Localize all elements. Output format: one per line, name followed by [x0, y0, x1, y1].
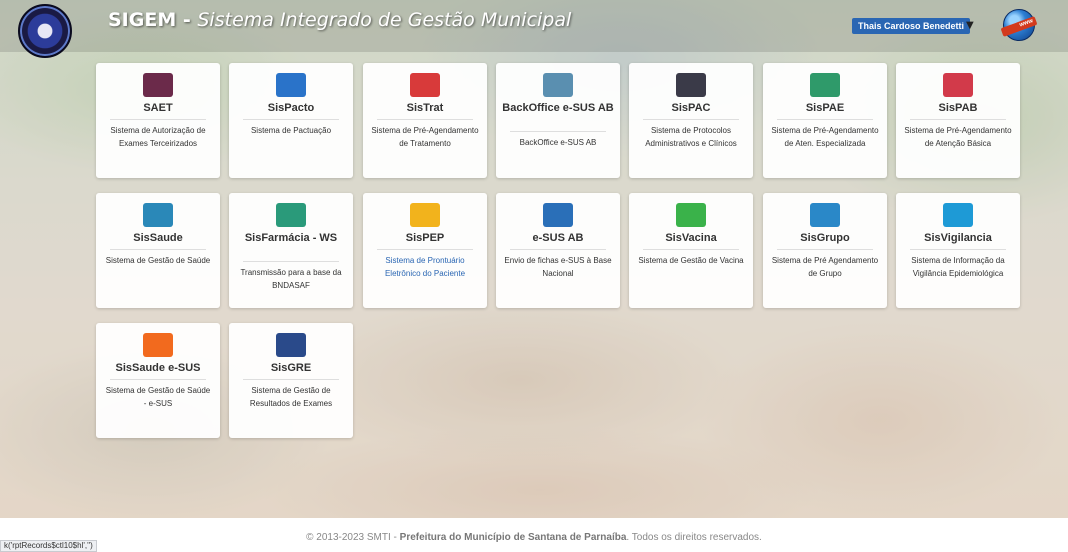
system-card[interactable]: SisSaude e-SUS Sistema de Gestão de Saúde… [96, 323, 220, 438]
card-divider [777, 119, 873, 120]
footer: © 2013-2023 SMTI - Prefeitura do Municíp… [0, 532, 1068, 543]
system-title[interactable]: BackOffice e-SUS AB [502, 101, 614, 115]
card-divider [243, 261, 339, 262]
system-description: Sistema de Pré-Agendamento de Atenção Bá… [904, 126, 1012, 148]
clipboard-icon [410, 203, 440, 227]
system-description: Sistema de Protocolos Administrativos e … [645, 126, 737, 148]
system-title[interactable]: SisGRE [235, 361, 347, 375]
system-title[interactable]: SisPEP [369, 231, 481, 245]
protocol-clipboard-icon [676, 73, 706, 97]
system-description: Sistema de Gestão de Saúde [105, 256, 211, 265]
app-subtitle: Sistema Integrado de Gestão Municipal [197, 9, 572, 31]
system-description: Sistema de Gestão de Saúde - e-SUS [105, 386, 211, 408]
card-divider [910, 119, 1006, 120]
card-divider [243, 379, 339, 380]
system-card[interactable]: SisPacto Sistema de Pactuação [229, 63, 353, 178]
system-card[interactable]: SisPAE Sistema de Pré-Agendamento de Aten… [763, 63, 887, 178]
card-divider [377, 249, 473, 250]
browser-status-bar: k('rptRecords$ctl10$hl','') [0, 540, 97, 552]
title-separator: - [176, 9, 198, 31]
system-title[interactable]: SisFarmácia - WS [235, 231, 347, 245]
system-card[interactable]: BackOffice e-SUS AB BackOffice e-SUS AB [496, 63, 620, 178]
system-description: Sistema de Informação da Vigilância Epid… [911, 256, 1005, 278]
system-title[interactable]: SisVigilancia [902, 231, 1014, 245]
footer-prefix: © 2013-2023 SMTI - [306, 532, 400, 543]
footer-suffix: . Todos os direitos reservados. [626, 532, 762, 543]
system-description: Sistema de Gestão de Vacina [638, 256, 744, 265]
system-title[interactable]: SisSaude [102, 231, 214, 245]
system-title[interactable]: SisSaude e-SUS [102, 361, 214, 375]
card-divider [243, 119, 339, 120]
system-description: Sistema de Pré-Agendamento de Tratamento [371, 126, 479, 148]
checklist-icon [143, 333, 173, 357]
system-title[interactable]: SisPAB [902, 101, 1014, 115]
system-description[interactable]: Sistema de Prontuário Eletrônico do Paci… [371, 254, 479, 280]
system-description: Sistema de Pré-Agendamento de Aten. Espe… [771, 126, 879, 148]
system-card[interactable]: SAET Sistema de Autorização de Exames Ter… [96, 63, 220, 178]
group-icon [810, 203, 840, 227]
system-description: Transmissão para a base da BNDASAF [240, 268, 342, 290]
system-description: Envio de fichas e-SUS à Base Nacional [504, 256, 612, 278]
calendar-icon [943, 73, 973, 97]
system-description: Sistema de Pré Agendamento de Grupo [771, 256, 879, 278]
card-divider [110, 249, 206, 250]
system-title[interactable]: e-SUS AB [502, 231, 614, 245]
pharmacy-shield-icon [276, 203, 306, 227]
medical-clipboard-icon [543, 73, 573, 97]
heart-hand-icon [410, 73, 440, 97]
system-card[interactable]: SisVacina Sistema de Gestão de Vacina [629, 193, 753, 308]
municipal-logo[interactable] [18, 4, 72, 58]
growth-arrow-icon [143, 203, 173, 227]
system-title[interactable]: SisTrat [369, 101, 481, 115]
card-divider [643, 249, 739, 250]
system-title[interactable]: SisGrupo [769, 231, 881, 245]
card-divider [110, 119, 206, 120]
system-description: Sistema de Pactuação [250, 126, 332, 135]
handshake-icon [276, 73, 306, 97]
card-divider [510, 131, 606, 132]
card-divider [510, 249, 606, 250]
virus-icon [943, 203, 973, 227]
system-title[interactable]: SAET [102, 101, 214, 115]
footer-org: Prefeitura do Município de Santana de Pa… [399, 532, 627, 543]
card-divider [377, 119, 473, 120]
card-divider [643, 119, 739, 120]
system-card[interactable]: e-SUS AB Envio de fichas e-SUS à Base Nac… [496, 193, 620, 308]
doctor-icon [810, 73, 840, 97]
system-card[interactable]: SisVigilancia Sistema de Informação da Vi… [896, 193, 1020, 308]
system-description: Sistema de Autorização de Exames Terceir… [110, 126, 206, 148]
system-card[interactable]: SisPAB Sistema de Pré-Agendamento de Aten… [896, 63, 1020, 178]
system-description: Sistema de Gestão de Resultados de Exame… [249, 386, 333, 408]
user-menu-button[interactable]: Thais Cardoso Benedetti [852, 18, 971, 34]
system-title[interactable]: SisPAE [769, 101, 881, 115]
card-divider [910, 249, 1006, 250]
system-card[interactable]: SisPEP Sistema de Prontuário Eletrônico d… [363, 193, 487, 308]
chevron-down-icon[interactable]: ▼ [966, 20, 974, 31]
card-divider [110, 379, 206, 380]
system-title[interactable]: SisPAC [635, 101, 747, 115]
system-card[interactable]: SisTrat Sistema de Pré-Agendamento de Tra… [363, 63, 487, 178]
system-card[interactable]: SisGRE Sistema de Gestão de Resultados de… [229, 323, 353, 438]
system-card[interactable]: SisPAC Sistema de Protocolos Administrati… [629, 63, 753, 178]
system-card[interactable]: SisGrupo Sistema de Pré Agendamento de Gr… [763, 193, 887, 308]
system-card[interactable]: SisFarmácia - WS Transmissão para a base … [229, 193, 353, 308]
card-divider [777, 249, 873, 250]
system-card[interactable]: SisSaude Sistema de Gestão de Saúde [96, 193, 220, 308]
esus-logo-icon [543, 203, 573, 227]
heart-monitor-icon [143, 73, 173, 97]
app-title: SIGEM - Sistema Integrado de Gestão Muni… [108, 9, 571, 31]
header-bar: SIGEM - Sistema Integrado de Gestão Muni… [0, 0, 1068, 58]
system-title[interactable]: SisPacto [235, 101, 347, 115]
microscope-icon [276, 333, 306, 357]
system-description: BackOffice e-SUS AB [519, 138, 597, 147]
system-title[interactable]: SisVacina [635, 231, 747, 245]
syringe-icon [676, 203, 706, 227]
app-brand: SIGEM [108, 9, 177, 31]
